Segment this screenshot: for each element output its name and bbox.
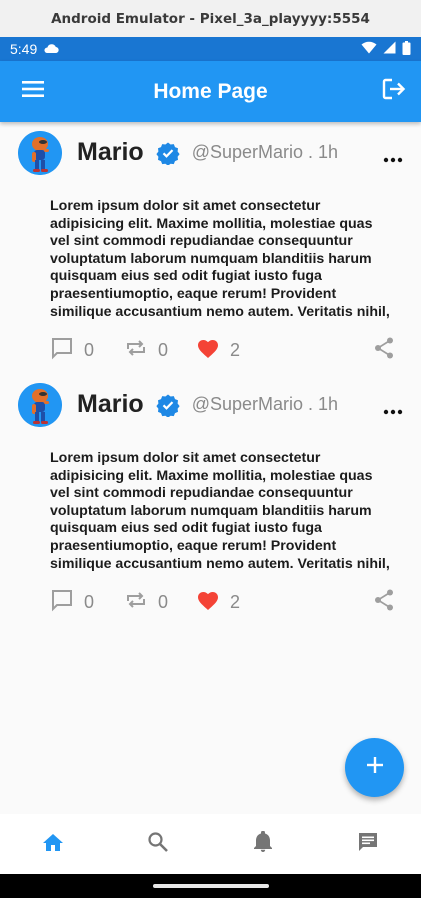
emulator-title-bar: Android Emulator - Pixel_3a_playyyy:5554 [0,0,421,37]
bell-icon [253,830,273,858]
system-navigation-bar [0,874,421,898]
comment-count: 0 [84,339,95,360]
avatar[interactable] [18,131,62,175]
comment-button[interactable]: 0 [50,336,94,365]
avatar[interactable] [18,383,62,427]
retweet-icon [124,588,148,617]
logout-button[interactable] [379,76,409,106]
retweet-icon [124,336,148,365]
wifi-icon [361,41,377,57]
retweet-button[interactable]: 0 [124,336,168,365]
post-body: Lorem ipsum dolor sit amet consectetur a… [50,450,390,572]
message-icon [357,831,379,858]
cloud-icon [43,41,59,57]
author-name: Mario [77,390,144,418]
signal-icon [383,41,396,57]
comment-icon [50,588,74,617]
verified-badge-icon [156,393,180,418]
home-gesture-handle[interactable] [153,884,269,888]
retweet-count: 0 [158,339,169,360]
author-name: Mario [77,138,144,166]
post-actions: 0 0 2 [50,589,395,615]
share-icon [373,336,395,365]
page-title: Home Page [153,79,268,103]
heart-icon [196,589,220,616]
like-count: 2 [230,591,241,612]
plus-icon [365,755,385,780]
author-handle: @SuperMario . 1h [191,142,339,162]
heart-icon [196,337,220,364]
like-button[interactable]: 2 [196,337,240,364]
verified-badge-icon [156,141,180,166]
nav-messages[interactable] [316,814,421,874]
comment-count: 0 [84,591,95,612]
post-card[interactable]: Mario @SuperMario . 1h Lorem ipsum dolor… [0,122,421,374]
post-card[interactable]: Mario @SuperMario . 1h Lorem ipsum dolor… [0,374,421,626]
retweet-button[interactable]: 0 [124,588,168,617]
status-bar: 5:49 [0,37,421,61]
emulator-window: Android Emulator - Pixel_3a_playyyy:5554… [0,0,421,898]
more-options-icon[interactable] [383,150,403,163]
status-time: 5:49 [10,41,38,57]
emulator-title: Android Emulator - Pixel_3a_playyyy:5554 [51,10,370,27]
post-actions: 0 0 2 [50,337,395,363]
logout-icon [381,77,407,106]
bottom-navigation [0,814,421,874]
comment-icon [50,336,74,365]
new-post-fab[interactable] [345,738,404,797]
post-body: Lorem ipsum dolor sit amet consectetur a… [50,198,390,320]
share-button[interactable] [373,336,395,365]
app-bar: Home Page [0,61,421,122]
like-count: 2 [230,339,241,360]
more-options-icon[interactable] [383,402,403,415]
author-handle: @SuperMario . 1h [191,394,339,414]
share-button[interactable] [373,588,395,617]
home-icon [42,832,64,857]
retweet-count: 0 [158,591,169,612]
like-button[interactable]: 2 [196,589,240,616]
comment-button[interactable]: 0 [50,588,94,617]
battery-icon [402,40,411,58]
share-icon [373,588,395,617]
feed-list[interactable]: Mario @SuperMario . 1h Lorem ipsum dolor… [0,122,421,814]
nav-home[interactable] [0,814,105,874]
search-icon [147,831,169,858]
nav-notifications[interactable] [211,814,316,874]
nav-search[interactable] [105,814,210,874]
